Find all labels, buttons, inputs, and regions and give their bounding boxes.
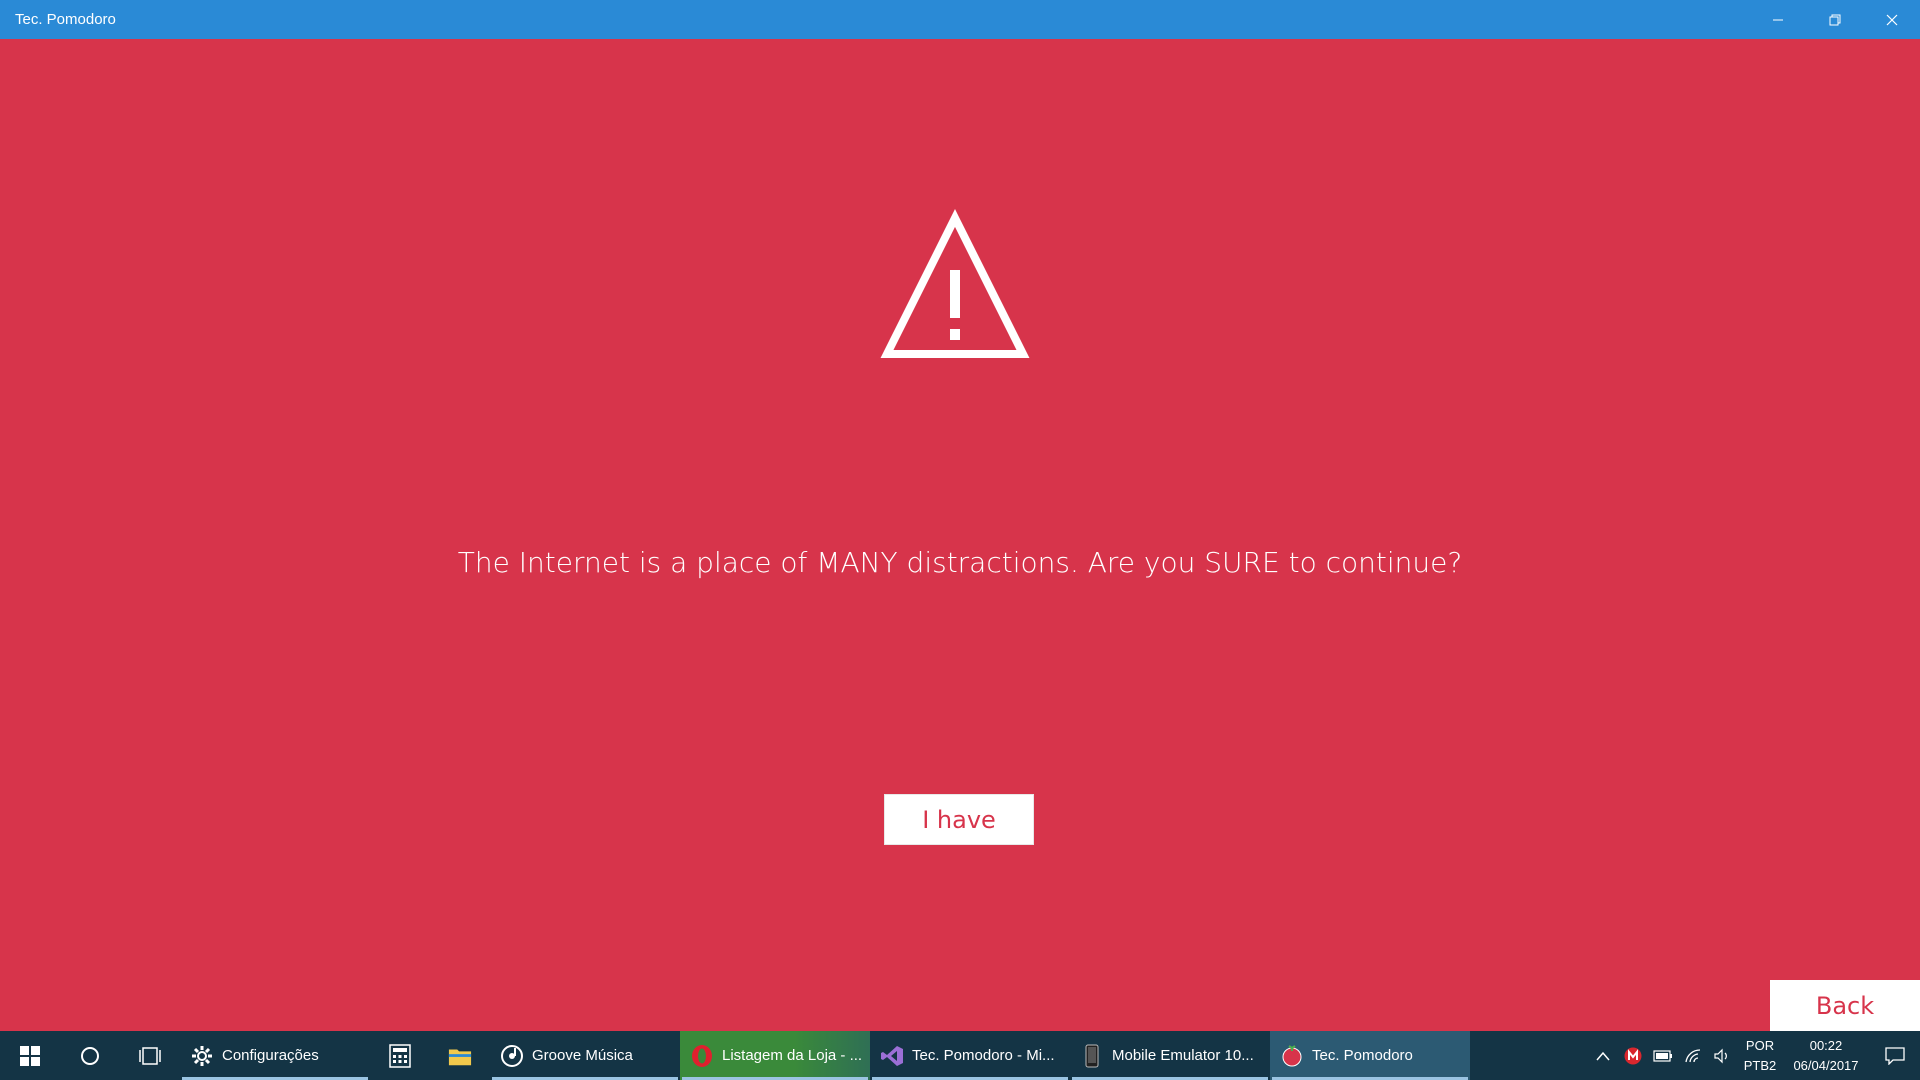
folder-icon — [448, 1044, 472, 1068]
i-have-button[interactable]: I have — [884, 794, 1034, 845]
title-bar[interactable]: Tec. Pomodoro — [0, 0, 1920, 39]
minimize-icon — [1772, 19, 1783, 20]
taskbar-app-label: Mobile Emulator 10... — [1112, 1047, 1254, 1064]
show-hidden-icons-button[interactable] — [1588, 1031, 1618, 1080]
cortana-button[interactable] — [60, 1031, 120, 1080]
restore-icon — [1829, 14, 1840, 25]
taskbar-app-file-explorer[interactable] — [430, 1031, 490, 1080]
window-title: Tec. Pomodoro — [15, 11, 116, 28]
clock[interactable]: 00:22 06/04/2017 — [1782, 1036, 1870, 1075]
restore-button[interactable] — [1806, 0, 1863, 39]
chevron-up-icon — [1596, 1051, 1610, 1060]
wifi-tray-button[interactable] — [1678, 1031, 1708, 1080]
taskbar: Configurações Groove Música Listagem da … — [0, 1031, 1920, 1080]
calculator-icon — [388, 1043, 412, 1068]
gear-icon — [190, 1044, 214, 1068]
language-code: POR — [1745, 1038, 1775, 1053]
battery-icon — [1653, 1049, 1672, 1062]
keyboard-layout: PTB2 — [1743, 1057, 1777, 1073]
warning-message: The Internet is a place of MANY distract… — [457, 546, 1463, 579]
close-button[interactable] — [1863, 0, 1920, 39]
tomato-icon — [1280, 1044, 1304, 1068]
notification-icon — [1885, 1046, 1905, 1065]
visual-studio-icon — [880, 1044, 904, 1068]
app-window: Tec. Pomodoro The Internet is a place of… — [0, 0, 1920, 1031]
input-language[interactable]: POR PTB2 — [1738, 1036, 1782, 1075]
taskbar-app-visual-studio[interactable]: Tec. Pomodoro - Mi... — [870, 1031, 1070, 1080]
window-controls — [1749, 0, 1920, 39]
taskbar-app-label: Tec. Pomodoro — [1312, 1047, 1413, 1064]
clock-date: 06/04/2017 — [1793, 1057, 1859, 1073]
mega-tray-button[interactable] — [1618, 1031, 1648, 1080]
mega-icon — [1624, 1047, 1642, 1064]
phone-icon — [1080, 1044, 1104, 1068]
taskbar-app-mobile-emulator[interactable]: Mobile Emulator 10... — [1070, 1031, 1270, 1080]
taskbar-app-groove[interactable]: Groove Música — [490, 1031, 680, 1080]
taskbar-app-opera[interactable]: Listagem da Loja - ... — [680, 1031, 870, 1080]
task-view-button[interactable] — [120, 1031, 180, 1080]
taskbar-app-label: Configurações — [222, 1047, 319, 1064]
warning-triangle-icon — [880, 209, 1030, 358]
groove-icon — [500, 1044, 524, 1068]
wifi-icon — [1685, 1048, 1701, 1062]
windows-icon — [20, 1045, 40, 1066]
volume-icon — [1714, 1048, 1727, 1063]
taskbar-app-calculator[interactable] — [370, 1031, 430, 1080]
action-center-button[interactable] — [1870, 1046, 1920, 1065]
taskbar-app-tec-pomodoro[interactable]: Tec. Pomodoro — [1270, 1031, 1470, 1080]
start-button[interactable] — [0, 1031, 60, 1080]
volume-tray-button[interactable] — [1708, 1031, 1738, 1080]
battery-tray-button[interactable] — [1648, 1031, 1678, 1080]
taskbar-app-label: Groove Música — [532, 1047, 633, 1064]
back-button[interactable]: Back — [1770, 980, 1920, 1031]
taskbar-app-label: Tec. Pomodoro - Mi... — [912, 1047, 1055, 1064]
minimize-button[interactable] — [1749, 0, 1806, 39]
cortana-circle-icon — [81, 1046, 99, 1065]
taskbar-app-label: Listagem da Loja - ... — [722, 1047, 863, 1064]
close-icon — [1886, 14, 1897, 25]
taskbar-app-settings[interactable]: Configurações — [180, 1031, 370, 1080]
task-view-icon — [139, 1046, 161, 1065]
system-tray: POR PTB2 00:22 06/04/2017 — [1588, 1031, 1920, 1080]
opera-icon — [690, 1044, 714, 1068]
clock-time: 00:22 — [1809, 1038, 1843, 1053]
